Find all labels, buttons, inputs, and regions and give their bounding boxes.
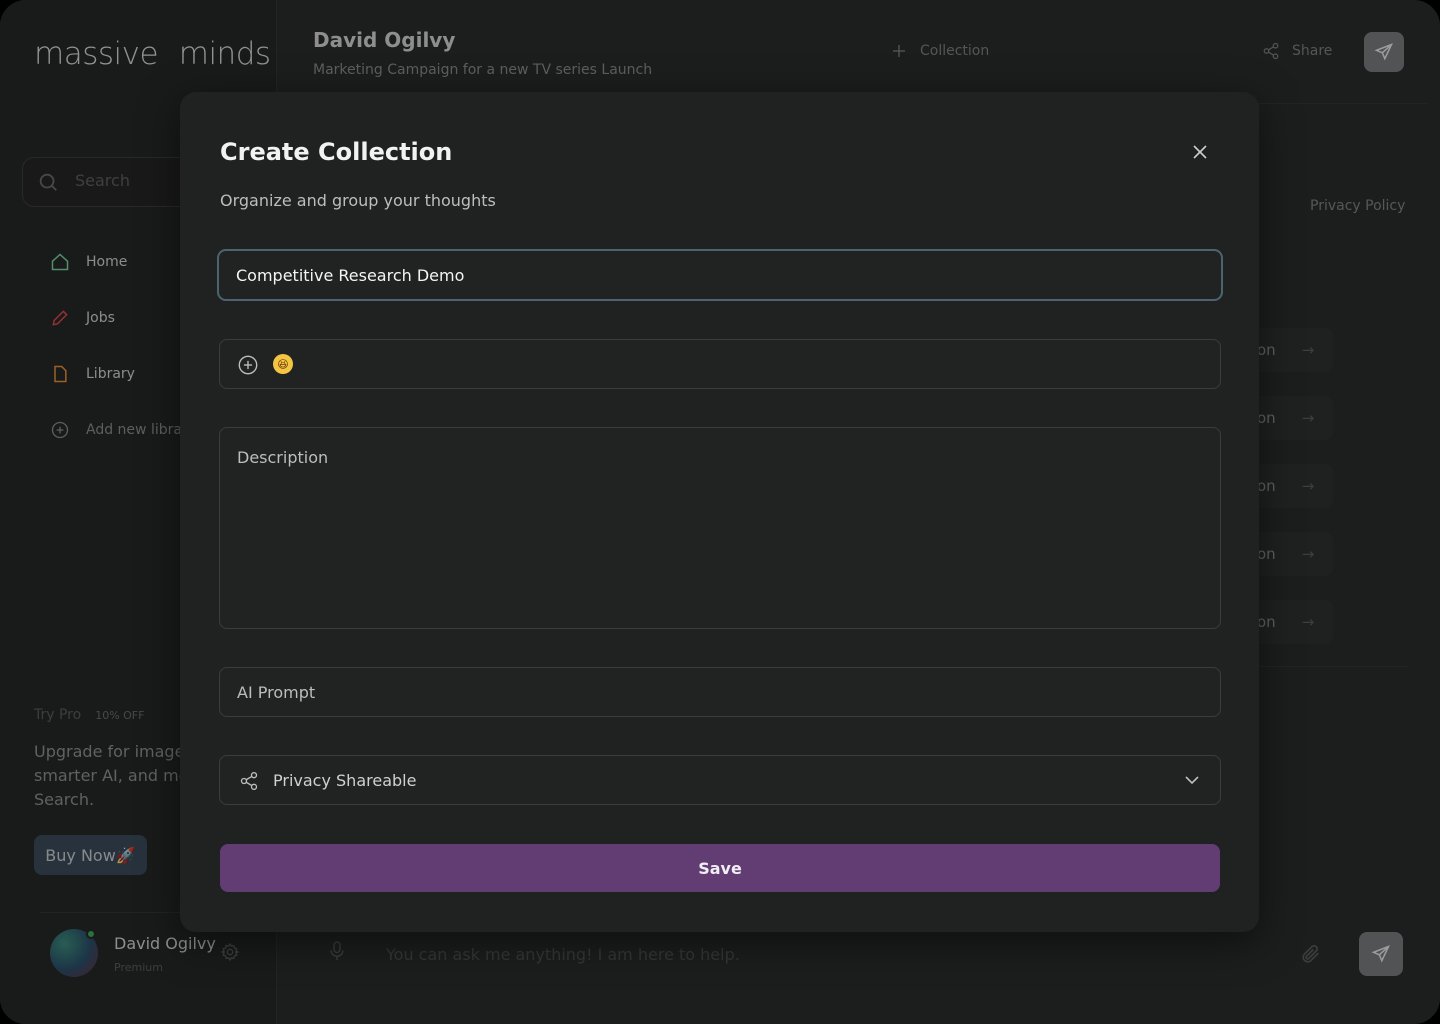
ai-prompt-placeholder: AI Prompt: [237, 683, 316, 702]
privacy-select[interactable]: Privacy Shareable: [219, 755, 1221, 805]
collection-name-input[interactable]: Competitive Research Demo: [217, 249, 1223, 301]
description-textarea[interactable]: Description: [219, 427, 1221, 629]
collection-name-value: Competitive Research Demo: [236, 266, 465, 285]
close-icon: [1193, 145, 1207, 159]
add-emoji-icon[interactable]: [237, 354, 259, 380]
save-button[interactable]: Save: [220, 844, 1220, 892]
modal-title: Create Collection: [220, 138, 453, 166]
description-placeholder: Description: [237, 448, 329, 467]
share-icon: [239, 771, 259, 795]
app-window: massive minds Search Home Jobs Library A…: [0, 0, 1440, 1024]
close-button[interactable]: [1190, 142, 1210, 162]
create-collection-modal: Create Collection Organize and group you…: [180, 92, 1259, 932]
chevron-down-icon: [1184, 772, 1200, 792]
ai-prompt-input[interactable]: AI Prompt: [219, 667, 1221, 717]
privacy-value: Privacy Shareable: [273, 771, 417, 790]
emoji-picker-field[interactable]: 😆: [219, 339, 1221, 389]
modal-subtitle: Organize and group your thoughts: [220, 191, 496, 210]
selected-emoji[interactable]: 😆: [273, 354, 293, 374]
